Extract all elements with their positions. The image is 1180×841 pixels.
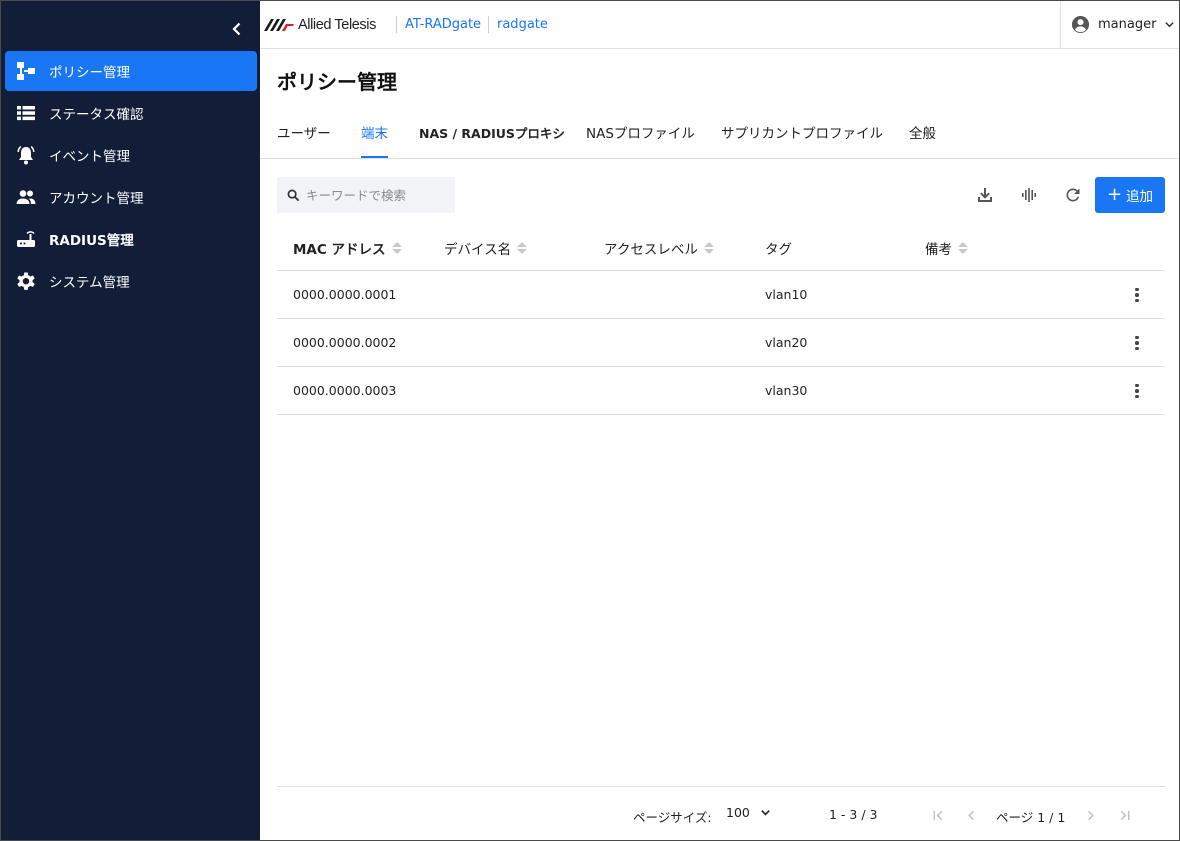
sidebar-item-label: システム管理	[49, 275, 130, 291]
first-page-button[interactable]	[928, 805, 948, 825]
next-page-button[interactable]	[1080, 805, 1100, 825]
tab-nas-radius-proxy[interactable]: NAS / RADIUSプロキシ	[419, 111, 565, 158]
cell-mac: 0000.0000.0003	[293, 383, 397, 398]
refresh-icon	[1066, 188, 1080, 202]
download-icon	[978, 188, 992, 202]
last-page-button[interactable]	[1114, 805, 1134, 825]
sidebar-item-radius[interactable]: RADIUS管理	[5, 219, 257, 259]
search-input[interactable]	[306, 187, 446, 203]
column-label: 備考	[925, 242, 952, 258]
table-header: MAC アドレス デバイス名 アクセスレベル タグ 備考	[277, 223, 1165, 271]
column-label: タグ	[765, 242, 792, 258]
policy-tree-icon	[15, 60, 37, 82]
sidebar-item-accounts[interactable]: アカウント管理	[5, 177, 257, 217]
alarm-bell-icon	[15, 144, 37, 166]
sidebar-item-label: イベント管理	[49, 149, 130, 165]
column-header-note[interactable]: 備考	[925, 238, 968, 258]
row-more-menu-button[interactable]	[1127, 333, 1147, 353]
row-more-menu-button[interactable]	[1127, 285, 1147, 305]
column-label: デバイス名	[444, 242, 512, 258]
refresh-button[interactable]	[1061, 183, 1085, 207]
search-icon	[287, 189, 300, 201]
sort-icon	[703, 241, 714, 255]
breadcrumb-divider	[488, 16, 489, 33]
column-header-device-name[interactable]: デバイス名	[444, 238, 528, 258]
sort-icon	[391, 241, 402, 255]
sidebar-item-label: アカウント管理	[49, 191, 144, 207]
people-icon	[15, 186, 37, 208]
tab-general[interactable]: 全般	[909, 111, 936, 158]
page-range: 1 - 3 / 3	[829, 807, 878, 822]
user-menu[interactable]: manager	[1060, 1, 1179, 48]
sidebar-item-system[interactable]: システム管理	[5, 261, 257, 301]
sidebar-collapse-button[interactable]	[227, 19, 247, 39]
list-icon	[15, 102, 37, 124]
cell-mac: 0000.0000.0001	[293, 287, 397, 302]
chevron-right-icon	[1087, 810, 1094, 820]
cell-tag: vlan10	[765, 287, 808, 302]
pagination-bar: ページサイズ: 100 1 - 3 / 3 ページ 1 / 1	[277, 786, 1165, 840]
add-button-label: 追加	[1126, 189, 1154, 205]
page-size-value: 100	[726, 805, 750, 820]
search-box	[277, 177, 455, 213]
row-more-menu-button[interactable]	[1127, 381, 1147, 401]
sidebar-item-label: RADIUS管理	[49, 233, 134, 249]
chevron-down-icon	[1165, 22, 1175, 28]
breadcrumb-product-link[interactable]: AT-RADgate	[405, 17, 481, 32]
table-row[interactable]: 0000.0000.0002 vlan20	[277, 319, 1165, 367]
top-bar: Allied Telesis AT-RADgate radgate manage…	[260, 1, 1179, 49]
page-title: ポリシー管理	[277, 70, 397, 94]
cell-mac: 0000.0000.0002	[293, 335, 397, 350]
sidebar-item-status[interactable]: ステータス確認	[5, 93, 257, 133]
column-header-mac[interactable]: MAC アドレス	[293, 238, 402, 258]
sort-icon	[958, 241, 968, 255]
column-label: アクセスレベル	[604, 242, 698, 258]
last-page-icon	[1120, 810, 1129, 820]
chevron-left-icon	[232, 22, 241, 36]
router-icon	[15, 228, 37, 250]
download-button[interactable]	[973, 183, 997, 207]
previous-page-button[interactable]	[961, 805, 981, 825]
plus-icon: +	[1106, 184, 1123, 205]
cell-tag: vlan30	[765, 383, 808, 398]
app-window: ポリシー管理 ステータス確認 イベント管理 アカウント管理 RADIUS管理 シ…	[0, 0, 1180, 841]
cell-tag: vlan20	[765, 335, 808, 350]
account-circle-icon	[1071, 15, 1090, 34]
audio-wave-icon	[1022, 188, 1036, 202]
allied-telesis-logo-icon	[264, 19, 294, 31]
chevron-down-icon	[761, 810, 770, 816]
tab-users[interactable]: ユーザー	[277, 111, 331, 158]
tab-bar: ユーザー 端末 NAS / RADIUSプロキシ NASプロファイル サプリカン…	[260, 111, 1179, 159]
brand-logo-text: Allied Telesis	[298, 17, 376, 33]
page-size-label: ページサイズ:	[633, 810, 712, 825]
user-name: manager	[1098, 17, 1157, 32]
column-header-access-level[interactable]: アクセスレベル	[604, 238, 714, 258]
breadcrumb-host-link[interactable]: radgate	[497, 17, 548, 32]
sidebar-item-label: ステータス確認	[49, 107, 144, 123]
tab-devices[interactable]: 端末	[361, 111, 388, 158]
column-label: MAC アドレス	[293, 242, 386, 258]
page-size-select[interactable]: 100	[726, 805, 771, 820]
add-button[interactable]: + 追加	[1095, 177, 1165, 213]
sidebar: ポリシー管理 ステータス確認 イベント管理 アカウント管理 RADIUS管理 シ…	[1, 1, 260, 840]
audio-wave-button[interactable]	[1017, 183, 1041, 207]
sidebar-item-events[interactable]: イベント管理	[5, 135, 257, 175]
table-row[interactable]: 0000.0000.0003 vlan30	[277, 367, 1165, 415]
sidebar-item-label: ポリシー管理	[49, 65, 130, 81]
devices-table: MAC アドレス デバイス名 アクセスレベル タグ 備考 0000.0000.0…	[277, 223, 1165, 415]
brand-logo: Allied Telesis	[264, 15, 376, 35]
breadcrumb-divider	[396, 16, 397, 33]
gear-icon	[15, 270, 37, 292]
page-indicator: ページ 1 / 1	[996, 810, 1066, 825]
sidebar-nav: ポリシー管理 ステータス確認 イベント管理 アカウント管理 RADIUS管理 シ…	[5, 51, 257, 303]
sort-icon	[517, 241, 528, 255]
chevron-left-icon	[967, 810, 974, 820]
column-header-tag: タグ	[765, 238, 792, 258]
first-page-icon	[933, 810, 942, 820]
table-row[interactable]: 0000.0000.0001 vlan10	[277, 271, 1165, 319]
sidebar-item-policy[interactable]: ポリシー管理	[5, 51, 257, 91]
tab-supplicant-profile[interactable]: サプリカントプロファイル	[721, 111, 883, 158]
tab-nas-profile[interactable]: NASプロファイル	[586, 111, 695, 158]
